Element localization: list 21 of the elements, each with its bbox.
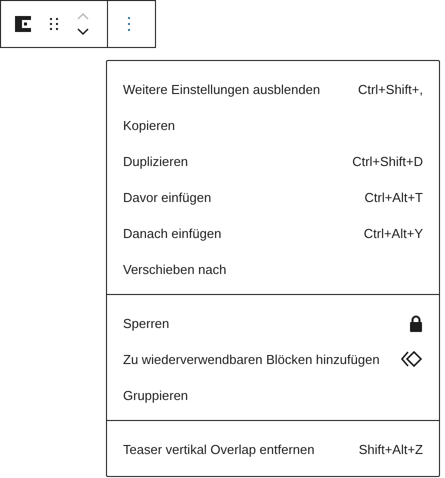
menu-item[interactable]: Gruppieren bbox=[107, 377, 439, 413]
menu-item[interactable]: Verschieben nach bbox=[107, 251, 439, 287]
lock-icon bbox=[409, 314, 423, 332]
block-type-icon[interactable] bbox=[13, 14, 33, 34]
shortcut-text: Ctrl+Alt+Y bbox=[364, 226, 423, 240]
drag-handle-icon[interactable] bbox=[48, 16, 60, 32]
menu-item[interactable]: Danach einfügen Ctrl+Alt+Y bbox=[107, 215, 439, 251]
move-down-icon[interactable] bbox=[76, 27, 90, 36]
shortcut-text: Ctrl+Alt+T bbox=[364, 190, 423, 204]
shortcut-text: Ctrl+Shift+, bbox=[358, 82, 423, 96]
menu-item[interactable]: Duplizieren Ctrl+Shift+D bbox=[107, 143, 439, 179]
shortcut-text: Shift+Alt+Z bbox=[358, 442, 423, 456]
menu-item[interactable]: Teaser vertikal Overlap entfernen Shift+Alt+Z bbox=[107, 431, 439, 467]
shortcut-text: Ctrl+Shift+D bbox=[352, 154, 423, 168]
menu-item[interactable]: Zu wiederverwendbaren Blöcken hinzufügen bbox=[107, 341, 439, 377]
menu-item[interactable]: Kopieren bbox=[107, 107, 439, 143]
menu-item[interactable]: Sperren bbox=[107, 305, 439, 341]
menu-item[interactable]: Davor einfügen Ctrl+Alt+T bbox=[107, 179, 439, 215]
more-options-icon bbox=[126, 16, 130, 32]
menu-item[interactable]: Weitere Einstellungen ausblenden Ctrl+Shift+, bbox=[107, 71, 439, 107]
reusable-block-icon bbox=[401, 351, 423, 367]
